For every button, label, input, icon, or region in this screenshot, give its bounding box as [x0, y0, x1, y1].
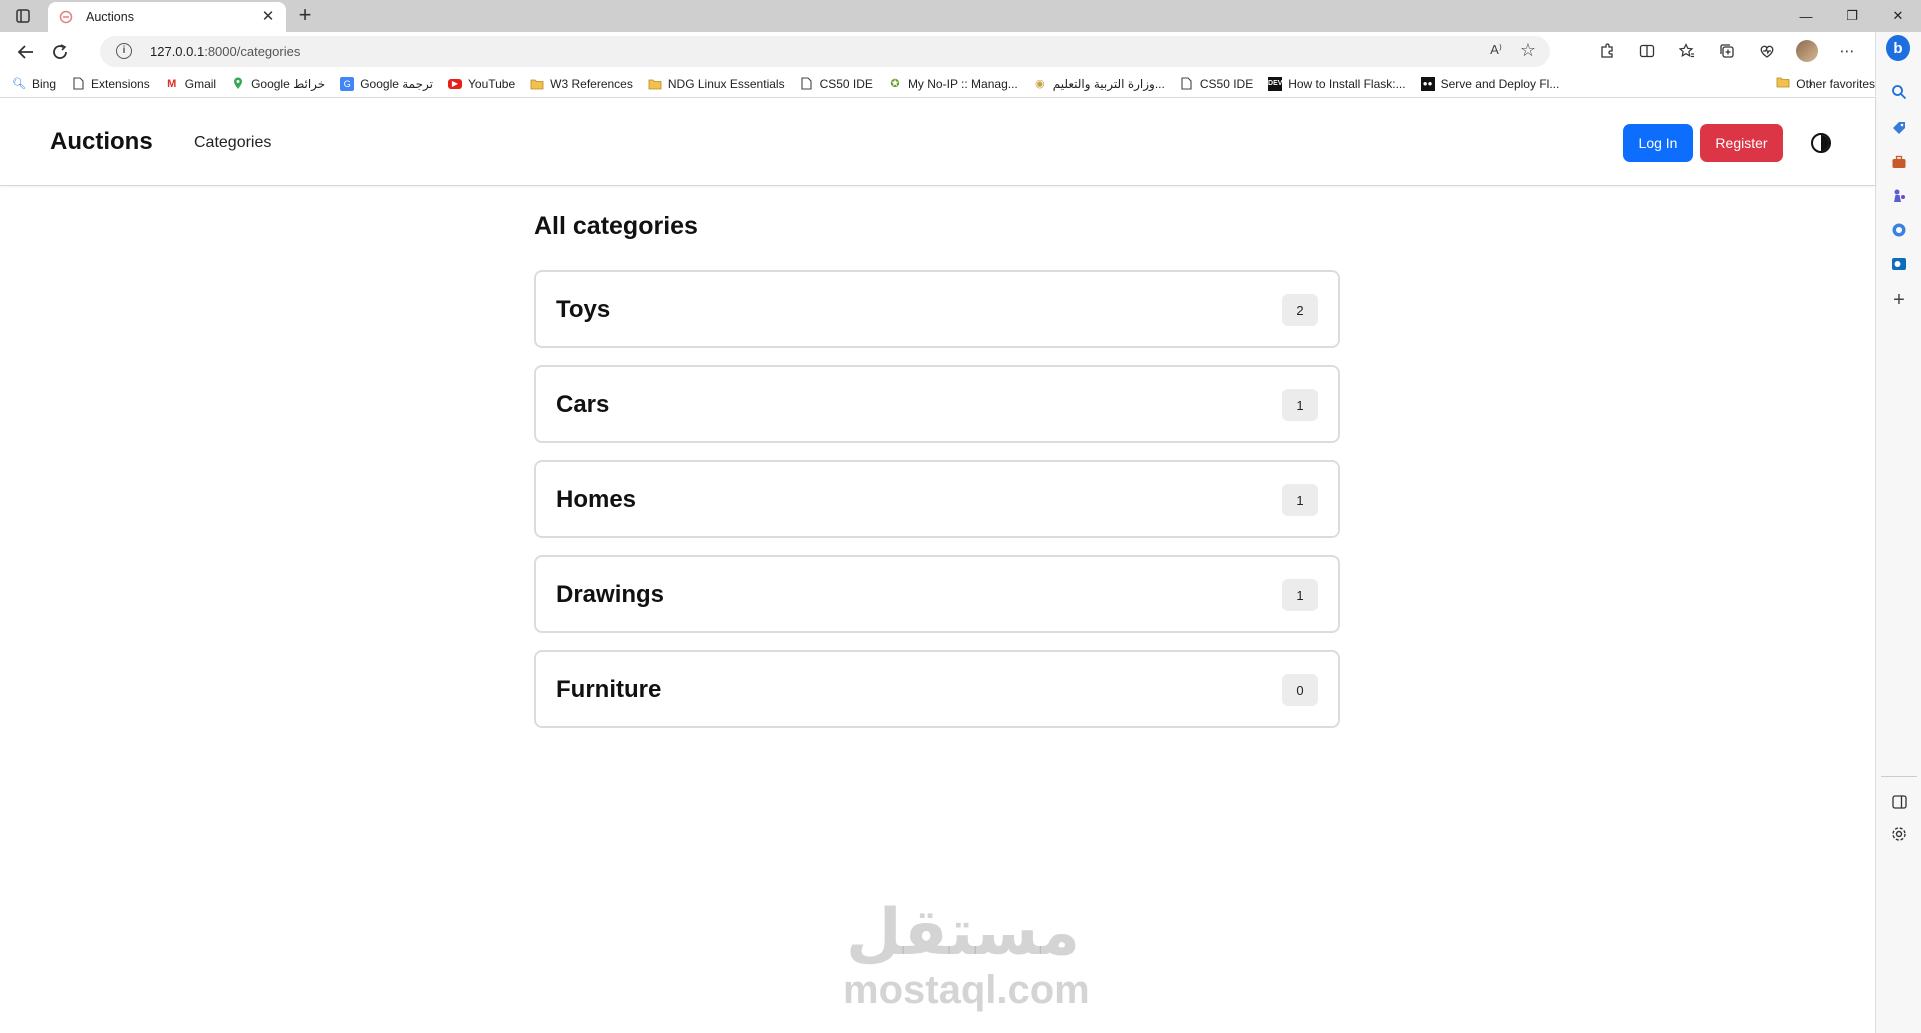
url-text: 127.0.0.1:8000/categories [150, 44, 301, 59]
auction-favicon-icon [58, 9, 74, 25]
favorite-google-translate[interactable]: G Google ترجمة [340, 76, 433, 91]
translate-icon: G [340, 76, 355, 91]
folder-icon [648, 77, 662, 91]
category-count-badge: 1 [1282, 484, 1318, 516]
theme-toggle-icon[interactable] [1811, 133, 1831, 153]
category-card-homes[interactable]: Homes 1 [534, 460, 1340, 538]
youtube-icon: ▶ [448, 78, 462, 89]
folder-icon [530, 77, 544, 91]
profile-avatar-icon[interactable] [1793, 38, 1821, 64]
favorite-bing[interactable]: 🔍︎ Bing [12, 77, 56, 91]
page-icon [800, 77, 814, 91]
category-name: Toys [556, 296, 611, 323]
dev-icon: DEV [1268, 76, 1282, 91]
favorite-gmail[interactable]: M Gmail [165, 77, 216, 91]
bing-copilot-icon[interactable]: b [1886, 35, 1910, 61]
browser-essentials-icon[interactable] [1753, 38, 1781, 64]
back-arrow-icon[interactable] [12, 39, 40, 65]
category-name: Cars [556, 391, 610, 418]
search-icon[interactable] [1887, 80, 1911, 104]
watermark-logo: مستقل mostaql.com [843, 896, 1090, 1012]
category-card-toys[interactable]: Toys 2 [534, 270, 1340, 348]
close-window-button[interactable]: ✕ [1875, 0, 1921, 32]
shopping-tag-icon[interactable] [1887, 116, 1911, 140]
tab-title: Auctions [86, 10, 134, 24]
outlook-icon[interactable] [1887, 252, 1911, 276]
page-icon [1180, 77, 1194, 91]
favorites-bar: 🔍︎ Bing Extensions M Gmail Google خرائط GG… [0, 70, 1875, 98]
favorite-ndg-linux[interactable]: NDG Linux Essentials [648, 77, 785, 91]
maps-pin-icon [231, 77, 245, 91]
category-count-badge: 0 [1282, 674, 1318, 706]
site-brand[interactable]: Auctions [50, 128, 153, 156]
category-count-badge: 2 [1282, 294, 1318, 326]
favorites-icon[interactable] [1673, 38, 1701, 64]
sidebar-divider [1881, 776, 1917, 777]
category-name: Furniture [556, 676, 662, 703]
category-count-badge: 1 [1282, 579, 1318, 611]
register-button[interactable]: Register [1700, 124, 1783, 162]
category-card-furniture[interactable]: Furniture 0 [534, 650, 1340, 728]
favorite-install-flask[interactable]: DEV How to Install Flask:... [1268, 76, 1406, 91]
tools-briefcase-icon[interactable] [1887, 150, 1911, 174]
microsoft-365-icon[interactable] [1887, 218, 1911, 242]
address-toolbar: i 127.0.0.1:8000/categories A⁾ ☆ ⋯ [0, 32, 1921, 70]
browser-tab-strip: Auctions ✕ + — ❐ ✕ [0, 0, 1921, 32]
site-info-icon[interactable]: i [116, 43, 132, 59]
favorite-youtube[interactable]: ▶ YouTube [448, 77, 515, 91]
category-card-cars[interactable]: Cars 1 [534, 365, 1340, 443]
search-icon: 🔍︎ [12, 78, 26, 90]
collections-icon[interactable] [1713, 38, 1741, 64]
read-aloud-icon[interactable]: A⁾ [1490, 42, 1502, 58]
extensions-icon[interactable] [1593, 38, 1621, 64]
minimize-button[interactable]: — [1783, 0, 1829, 32]
gmail-icon: M [167, 77, 177, 90]
favorite-google-maps[interactable]: Google خرائط [231, 77, 325, 91]
page-icon [71, 77, 85, 91]
category-name: Homes [556, 486, 637, 513]
games-chess-icon[interactable] [1887, 184, 1911, 208]
sidebar-settings-gear-icon[interactable] [1887, 822, 1911, 846]
favorite-cs50-ide[interactable]: CS50 IDE [800, 77, 873, 91]
category-list: Toys 2 Cars 1 Homes 1 Drawings 1 Furnitu… [534, 270, 1340, 745]
edge-sidebar: b + [1875, 32, 1921, 1033]
favorite-no-ip[interactable]: ✪ My No-IP :: Manag... [888, 77, 1017, 91]
refresh-icon[interactable] [46, 39, 74, 65]
favorite-w3-references[interactable]: W3 References [530, 77, 633, 91]
other-favorites[interactable]: Other favorites [1776, 76, 1875, 91]
watermark-arabic: مستقل [845, 896, 1081, 970]
medium-icon: ●● [1420, 76, 1435, 91]
category-name: Drawings [556, 581, 665, 608]
new-tab-button[interactable]: + [294, 4, 316, 27]
tab-close-icon[interactable]: ✕ [260, 9, 276, 25]
favorite-ministry[interactable]: ◉ وزارة التربية والتعليم... [1033, 77, 1165, 91]
add-sidebar-item-icon[interactable]: + [1887, 288, 1911, 312]
nav-link-categories[interactable]: Categories [194, 134, 271, 152]
noip-icon: ✪ [890, 78, 900, 90]
restore-button[interactable]: ❐ [1829, 0, 1875, 32]
folder-icon [1776, 76, 1790, 91]
favorite-extensions[interactable]: Extensions [71, 77, 150, 91]
tab-actions-menu-icon[interactable] [12, 6, 34, 26]
hide-sidebar-icon[interactable] [1887, 790, 1911, 814]
toolbar-icons: ⋯ [1593, 38, 1861, 64]
favorite-cs50-ide-2[interactable]: CS50 IDE [1180, 77, 1253, 91]
favorite-serve-deploy[interactable]: ●● Serve and Deploy Fl... [1420, 76, 1559, 91]
category-card-drawings[interactable]: Drawings 1 [534, 555, 1340, 633]
site-navbar: Auctions Categories Log In Register [0, 98, 1875, 186]
category-count-badge: 1 [1282, 389, 1318, 421]
favorite-star-icon[interactable]: ☆ [1520, 40, 1536, 61]
login-button[interactable]: Log In [1623, 124, 1693, 162]
page-viewport: Auctions Categories Log In Register All … [0, 98, 1875, 1033]
split-screen-icon[interactable] [1633, 38, 1661, 64]
window-controls: — ❐ ✕ [1783, 0, 1921, 32]
address-bar[interactable]: i 127.0.0.1:8000/categories A⁾ ☆ [100, 36, 1550, 67]
watermark-latin: mostaql.com [843, 968, 1090, 1012]
active-tab[interactable]: Auctions ✕ [48, 2, 286, 32]
more-menu-icon[interactable]: ⋯ [1833, 38, 1861, 64]
ministry-icon: ◉ [1034, 78, 1045, 90]
page-title: All categories [534, 212, 698, 240]
